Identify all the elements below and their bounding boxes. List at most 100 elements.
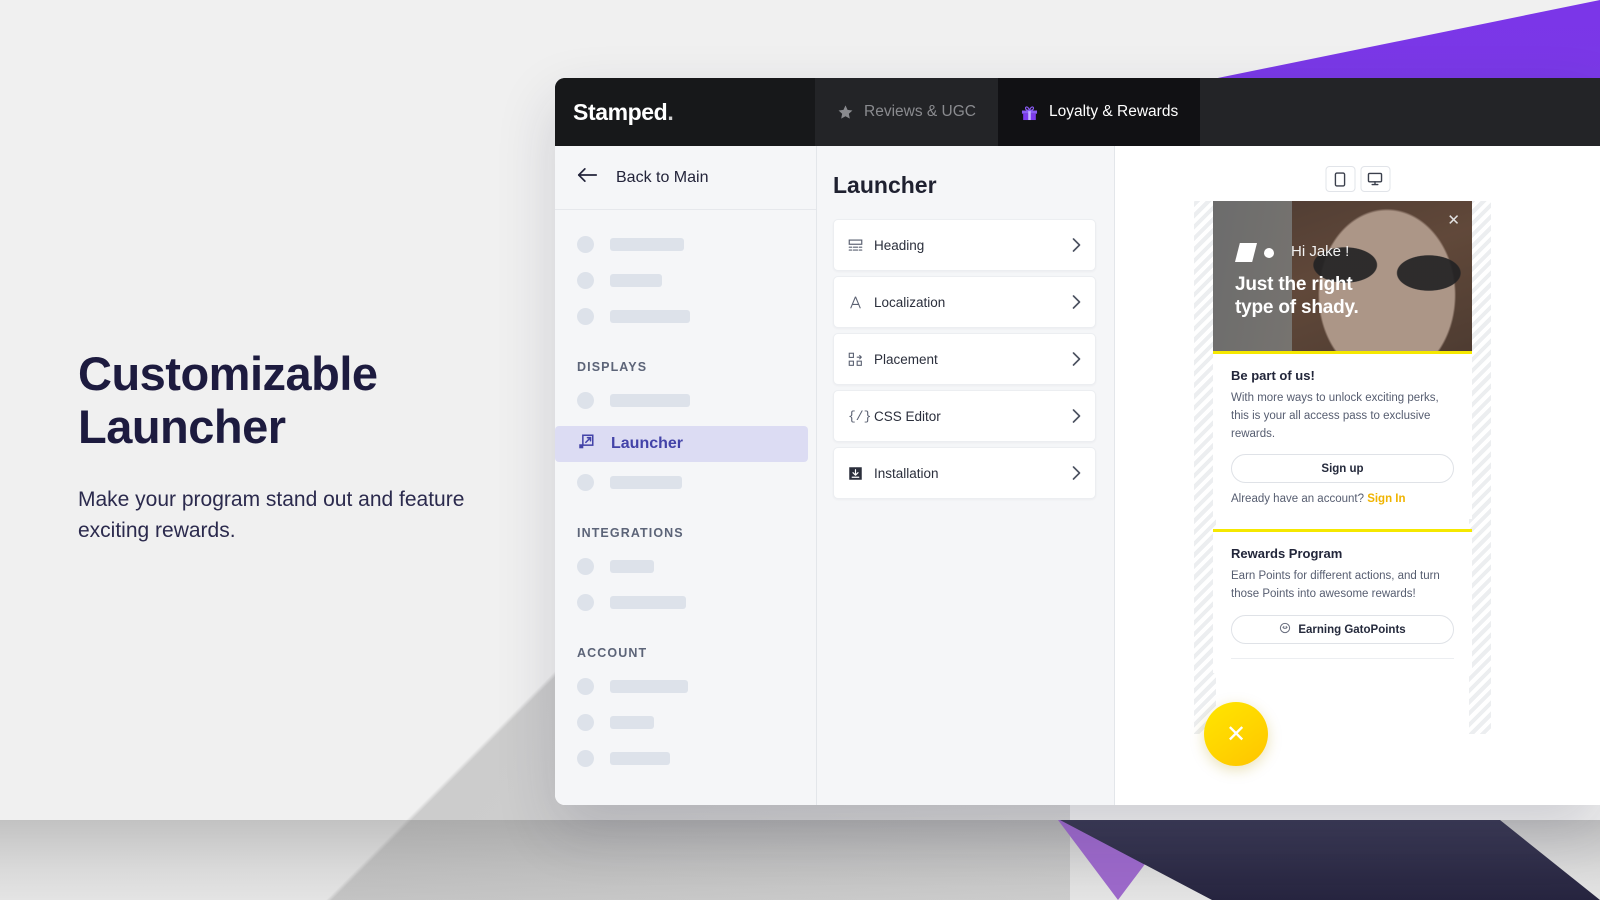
placeholder-bar	[610, 715, 654, 729]
sidebar-item-placeholder[interactable]	[577, 382, 816, 418]
rewards-card-body: Earn Points for different actions, and t…	[1231, 570, 1440, 601]
star-icon	[837, 104, 854, 121]
placeholder-dot-icon	[577, 713, 594, 731]
css-editor-icon: {/}	[848, 408, 872, 424]
localization-icon	[848, 295, 874, 310]
settings-item-placement[interactable]: Placement	[833, 333, 1096, 385]
widget-headline-line2: type of shady.	[1235, 297, 1359, 319]
rewards-card: Rewards Program Earn Points for differen…	[1213, 529, 1472, 674]
sidebar-item-placeholder[interactable]	[577, 548, 816, 584]
widget-headline: Just the right type of shady.	[1235, 273, 1359, 319]
back-to-main-button[interactable]: Back to Main	[555, 146, 816, 210]
sidebar-group-displays-rest	[555, 462, 816, 508]
sidebar-section-integrations: INTEGRATIONS	[577, 526, 684, 540]
rewards-card-title: Rewards Program	[1231, 546, 1343, 562]
sign-up-button[interactable]: Sign up	[1231, 454, 1454, 484]
sign-up-button-label: Sign up	[1321, 462, 1364, 475]
launcher-icon	[577, 433, 595, 456]
tab-loyalty-rewards-label: Loyalty & Rewards	[1048, 103, 1179, 120]
placeholder-dot-icon	[577, 473, 594, 491]
sign-in-link[interactable]: Sign In	[1367, 493, 1405, 505]
settings-panel-title: Launcher	[833, 172, 937, 198]
tab-reviews-ugc[interactable]: Reviews & UGC	[815, 78, 998, 146]
settings-panel: Launcher Heading Localization Placement …	[817, 146, 1115, 805]
chevron-right-icon	[1072, 238, 1081, 252]
device-toggle	[1325, 166, 1390, 192]
widget-hero: Hi Jake ! Just the right type of shady. …	[1213, 201, 1472, 351]
sidebar-group-top	[555, 210, 816, 342]
chevron-right-icon	[1072, 352, 1081, 366]
settings-item-installation-label: Installation	[874, 465, 939, 481]
placeholder-bar	[610, 475, 682, 489]
placeholder-bar	[610, 309, 690, 323]
brand-name: Stamped	[573, 98, 668, 125]
sidebar-item-launcher[interactable]: Launcher	[555, 426, 808, 462]
widget-inner: Hi Jake ! Just the right type of shady. …	[1213, 201, 1472, 734]
sidebar-item-launcher-label: Launcher	[611, 435, 684, 452]
desktop-icon[interactable]	[1360, 166, 1390, 192]
page-subtitle: Make your program stand out and feature …	[78, 488, 465, 542]
sidebar-item-placeholder[interactable]	[577, 464, 816, 500]
sidebar-item-placeholder[interactable]	[577, 226, 816, 262]
earning-points-button-label: Earning GatoPoints	[1298, 623, 1406, 636]
settings-item-installation[interactable]: Installation	[833, 447, 1096, 499]
placeholder-dot-icon	[577, 557, 594, 575]
sidebar-item-placeholder[interactable]	[577, 298, 816, 334]
placeholder-bar	[610, 595, 686, 609]
settings-item-css-editor-label: CSS Editor	[874, 408, 941, 424]
sidebar-section-account: ACCOUNT	[577, 646, 648, 660]
widget-headline-line1: Just the right	[1235, 274, 1353, 295]
earning-points-button[interactable]: Earning GatoPoints	[1231, 615, 1454, 645]
sidebar-item-placeholder[interactable]	[577, 668, 816, 704]
placeholder-dot-icon	[577, 593, 594, 611]
app-body: Back to Main DISPLAYS Launcher INTEGRATI…	[555, 146, 1600, 805]
chevron-right-icon	[1072, 295, 1081, 309]
chevron-right-icon	[1072, 466, 1081, 480]
widget-greeting: Hi Jake !	[1291, 243, 1350, 260]
sidebar-item-placeholder[interactable]	[577, 584, 816, 620]
gift-icon	[1020, 103, 1039, 122]
placeholder-bar	[610, 273, 662, 287]
close-icon[interactable]: ✕	[1447, 211, 1460, 229]
card-divider	[1231, 658, 1454, 660]
stripe-pattern-right	[1469, 201, 1491, 734]
brand-logo[interactable]: Stamped.	[555, 78, 815, 146]
settings-item-localization-label: Localization	[874, 294, 946, 310]
arrow-left-icon	[577, 167, 598, 188]
sidebar-item-placeholder[interactable]	[577, 704, 816, 740]
app-topbar: Stamped. Reviews & UGC Loyalty & Rewards	[555, 78, 1600, 146]
logo-slab-icon	[1235, 243, 1257, 262]
placeholder-dot-icon	[577, 307, 594, 325]
settings-item-localization[interactable]: Localization	[833, 276, 1096, 328]
logo-dot-icon	[1264, 247, 1274, 258]
preview-pane: Hi Jake ! Just the right type of shady. …	[1115, 146, 1600, 805]
settings-item-heading[interactable]: Heading	[833, 219, 1096, 271]
signup-card-body: With more ways to unlock exciting perks,…	[1231, 392, 1439, 440]
points-icon	[1279, 622, 1291, 637]
page-title-line2: Launcher	[78, 399, 286, 453]
tab-reviews-ugc-label: Reviews & UGC	[864, 103, 976, 120]
chevron-right-icon	[1072, 409, 1081, 423]
account-prompt: Already have an account? Sign In	[1231, 493, 1454, 505]
account-prompt-text: Already have an account?	[1231, 493, 1364, 506]
placeholder-dot-icon	[577, 271, 594, 289]
mobile-icon[interactable]	[1325, 166, 1355, 192]
placeholder-dot-icon	[577, 677, 594, 695]
topbar-filler	[1200, 78, 1600, 146]
launcher-fab-button[interactable]: ✕	[1204, 702, 1268, 766]
sidebar-group-integrations	[555, 546, 816, 628]
placeholder-bar	[610, 559, 654, 573]
sidebar-item-placeholder[interactable]	[577, 740, 816, 776]
page-title-line1: Customizable	[78, 347, 378, 400]
settings-item-heading-label: Heading	[874, 237, 925, 253]
tab-loyalty-rewards[interactable]: Loyalty & Rewards	[997, 78, 1201, 146]
sidebar-section-displays: DISPLAYS	[577, 360, 648, 374]
back-to-main-label: Back to Main	[616, 168, 709, 186]
settings-item-css-editor[interactable]: {/} CSS Editor	[833, 390, 1096, 442]
placeholder-dot-icon	[577, 391, 594, 409]
placeholder-dot-icon	[577, 235, 594, 253]
signup-card-title: Be part of us!	[1231, 368, 1315, 383]
sidebar: Back to Main DISPLAYS Launcher INTEGRATI…	[555, 146, 817, 805]
sidebar-item-placeholder[interactable]	[577, 262, 816, 298]
heading-icon	[848, 238, 874, 253]
